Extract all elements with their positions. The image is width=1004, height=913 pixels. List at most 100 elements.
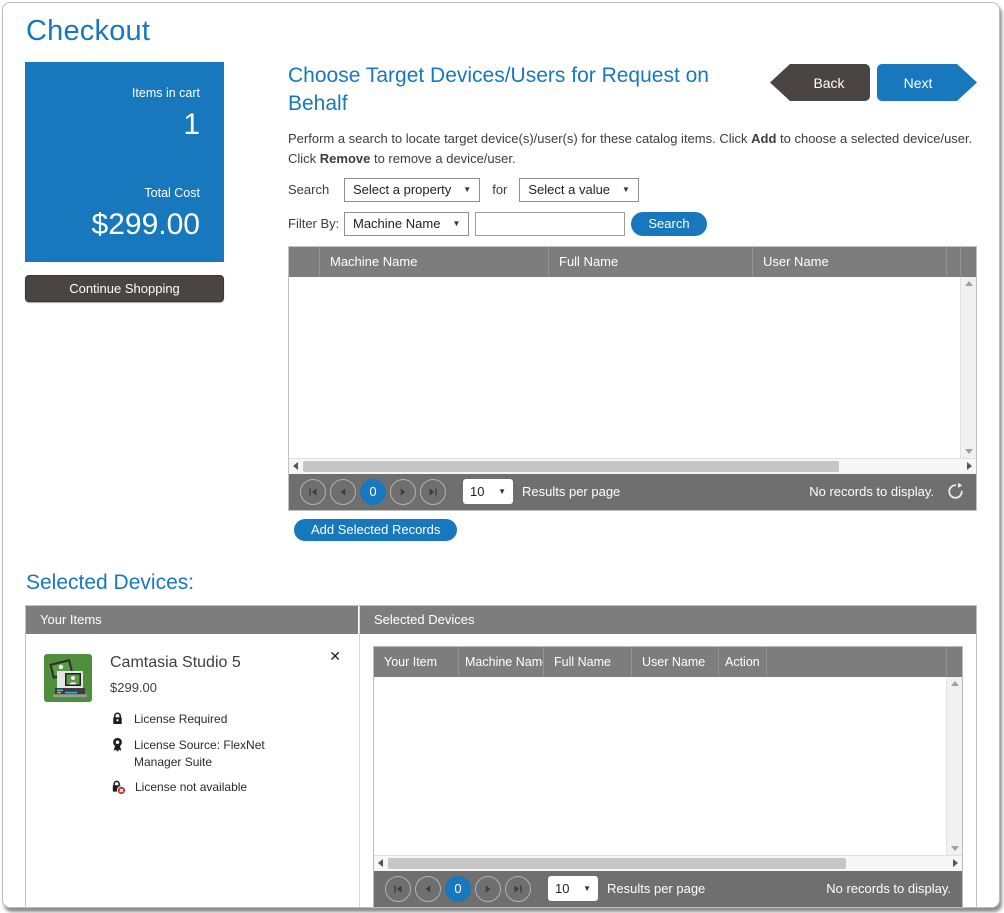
- property-select[interactable]: Select a property ▼: [344, 178, 480, 202]
- scroll-down-icon[interactable]: [951, 846, 959, 851]
- continue-shopping-button[interactable]: Continue Shopping: [25, 275, 224, 302]
- search-label: Search: [288, 182, 344, 197]
- vertical-scrollbar[interactable]: [946, 677, 962, 855]
- lock-unavailable-icon: [110, 779, 126, 795]
- lock-icon: [110, 711, 125, 726]
- machine-name-column-header[interactable]: Machine Name: [458, 647, 543, 677]
- next-button[interactable]: Next: [877, 64, 977, 101]
- first-page-button[interactable]: [300, 479, 326, 505]
- current-page-indicator[interactable]: 0: [445, 876, 471, 902]
- selected-devices-panel: Your Items: [25, 605, 977, 908]
- horizontal-scrollbar[interactable]: [374, 855, 962, 871]
- next-page-icon: [397, 486, 409, 498]
- last-page-icon: [512, 883, 524, 895]
- full-name-column-header[interactable]: Full Name: [548, 247, 752, 277]
- page-size-select[interactable]: 10 ▼: [463, 479, 513, 504]
- scroll-up-icon[interactable]: [965, 281, 973, 286]
- chevron-down-icon: ▼: [583, 884, 591, 893]
- selected-empty-area: [374, 677, 946, 855]
- selected-devices-header: Selected Devices: [360, 606, 976, 634]
- filter-row: Filter By: Machine Name ▼ Search: [288, 212, 977, 236]
- next-page-button[interactable]: [475, 876, 501, 902]
- instructions-text: Perform a search to locate target device…: [288, 129, 977, 169]
- first-page-icon: [307, 486, 319, 498]
- horizontal-scrollbar[interactable]: [289, 458, 976, 474]
- cart-item: Camtasia Studio 5 $299.00 License Requir…: [26, 634, 359, 805]
- cart-summary-card: Items in cart 1 Total Cost $299.00: [25, 62, 224, 262]
- last-page-icon: [427, 486, 439, 498]
- scroll-down-icon[interactable]: [965, 449, 973, 454]
- filter-query-input[interactable]: [475, 212, 625, 236]
- spacer-column-header: [946, 247, 960, 277]
- scrollbar-column-header: [946, 647, 962, 677]
- current-page-indicator[interactable]: 0: [360, 479, 386, 505]
- back-button[interactable]: Back: [770, 64, 870, 101]
- camtasia-app-icon: [44, 654, 92, 702]
- previous-page-icon: [337, 486, 349, 498]
- for-label: for: [492, 182, 507, 197]
- horizontal-scrollbar-thumb[interactable]: [388, 858, 846, 869]
- action-column-header[interactable]: Action: [718, 647, 766, 677]
- your-items-header: Your Items: [26, 606, 359, 634]
- total-cost-value: $299.00: [49, 208, 200, 242]
- selected-grid-header: Your Item Machine Name Full Name User Na…: [374, 647, 962, 677]
- user-name-column-header[interactable]: User Name: [631, 647, 718, 677]
- remove-item-button[interactable]: ✕: [329, 648, 341, 665]
- first-page-button[interactable]: [385, 876, 411, 902]
- item-price: $299.00: [110, 680, 295, 695]
- search-row: Search Select a property ▼ for Select a …: [288, 178, 977, 202]
- wizard-column: Choose Target Devices/Users for Request …: [288, 62, 977, 541]
- license-required-badge: License Required: [110, 711, 295, 728]
- scrollbar-column-header: [960, 247, 976, 277]
- your-items-section: Your Items: [26, 606, 360, 908]
- previous-page-button[interactable]: [330, 479, 356, 505]
- spacer-column-header: [766, 647, 946, 677]
- items-in-cart-label: Items in cart: [49, 86, 200, 100]
- search-button[interactable]: Search: [631, 212, 706, 236]
- selected-pager: 0 10 ▼ Results per page No: [374, 871, 962, 907]
- results-per-page-label: Results per page: [607, 881, 705, 896]
- license-unavailable-badge: License not available: [110, 779, 295, 796]
- last-page-button[interactable]: [505, 876, 531, 902]
- value-select[interactable]: Select a value ▼: [519, 178, 639, 202]
- scroll-right-icon[interactable]: [953, 859, 958, 867]
- scroll-right-icon[interactable]: [967, 462, 972, 470]
- scroll-left-icon[interactable]: [378, 859, 383, 867]
- scroll-left-icon[interactable]: [293, 462, 298, 470]
- results-grid-header: Machine Name Full Name User Name: [289, 247, 976, 277]
- cart-column: Items in cart 1 Total Cost $299.00 Conti…: [25, 62, 224, 541]
- refresh-button[interactable]: [946, 482, 965, 501]
- vertical-scrollbar[interactable]: [960, 277, 976, 458]
- results-grid-body: [289, 277, 976, 458]
- wizard-step-title: Choose Target Devices/Users for Request …: [288, 62, 763, 119]
- filter-by-label: Filter By:: [288, 216, 344, 231]
- license-badges: License Required License Source: FlexNet…: [110, 711, 295, 796]
- results-empty-area: [289, 277, 960, 458]
- results-pager: 0 10 ▼ Results per page No records to di…: [289, 474, 976, 510]
- ribbon-icon: [110, 737, 125, 752]
- add-selected-records-button[interactable]: Add Selected Records: [294, 519, 457, 541]
- scroll-up-icon[interactable]: [951, 681, 959, 686]
- last-page-button[interactable]: [420, 479, 446, 505]
- page-title: Checkout: [26, 15, 977, 48]
- total-cost-label: Total Cost: [49, 186, 200, 200]
- your-item-column-header[interactable]: Your Item: [374, 647, 458, 677]
- next-page-icon: [482, 883, 494, 895]
- previous-page-icon: [422, 883, 434, 895]
- chevron-down-icon: ▼: [452, 219, 460, 228]
- full-name-column-header[interactable]: Full Name: [543, 647, 631, 677]
- page-size-select[interactable]: 10 ▼: [548, 876, 598, 901]
- selected-devices-section: Selected Devices Your Item Machine Name …: [360, 606, 976, 908]
- horizontal-scrollbar-thumb[interactable]: [303, 461, 839, 472]
- chevron-down-icon: ▼: [622, 185, 630, 194]
- selected-devices-heading: Selected Devices:: [26, 571, 977, 595]
- user-name-column-header[interactable]: User Name: [752, 247, 946, 277]
- machine-name-column-header[interactable]: Machine Name: [319, 247, 548, 277]
- next-page-button[interactable]: [390, 479, 416, 505]
- no-records-text: No records to display.: [826, 881, 951, 896]
- license-source-badge: License Source: FlexNet Manager Suite: [110, 737, 295, 771]
- filter-field-select[interactable]: Machine Name ▼: [344, 212, 469, 236]
- results-per-page-label: Results per page: [522, 484, 620, 499]
- selected-grid-body: [374, 677, 962, 855]
- previous-page-button[interactable]: [415, 876, 441, 902]
